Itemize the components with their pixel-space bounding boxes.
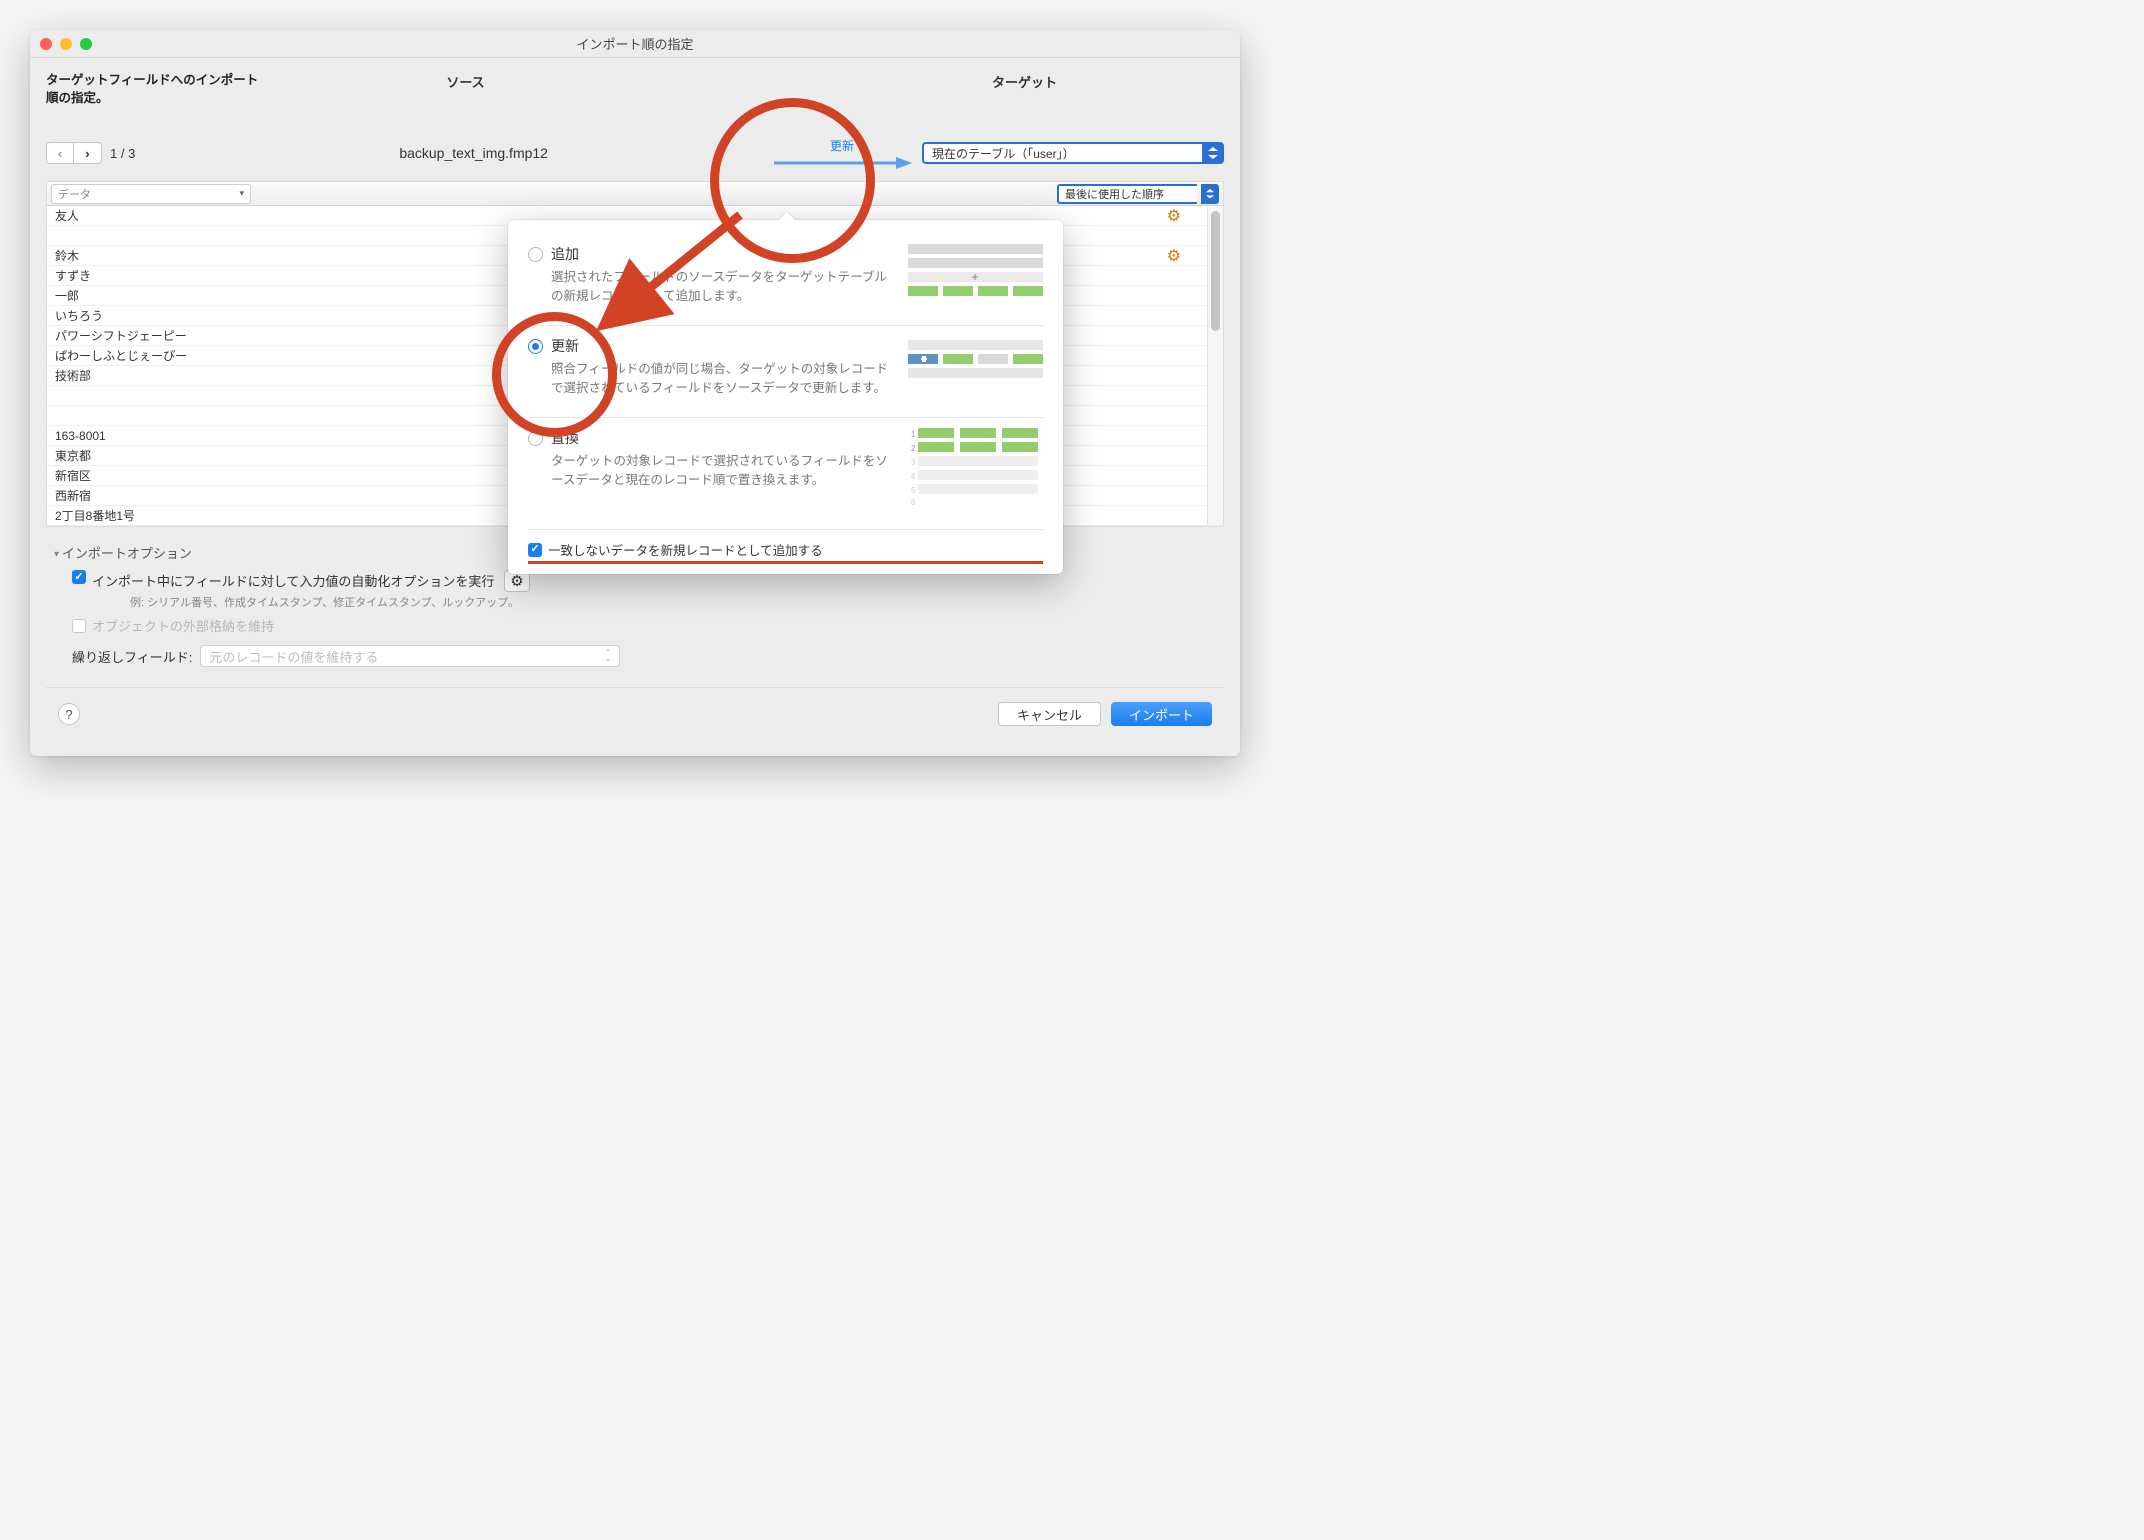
source-file-name: backup_text_img.fmp12 bbox=[185, 145, 762, 161]
zoom-icon[interactable] bbox=[80, 38, 92, 50]
row-source-value: 新宿区 bbox=[55, 467, 395, 484]
mode-update-title: 更新 bbox=[551, 336, 579, 356]
mode-replace-option[interactable]: 置換 ターゲットの対象レコードで選択されているフィールドをソースデータと現在のレ… bbox=[528, 418, 1043, 523]
mode-add-option[interactable]: 追加 選択されたフィールドのソースデータをターゲットテーブルの新規レコードとして… bbox=[528, 234, 1043, 325]
auto-enter-sublabel: 例: シリアル番号、作成タイムスタンプ、修正タイムスタンプ、ルックアップ。 bbox=[130, 594, 530, 610]
import-mode-label: 更新 bbox=[830, 137, 854, 154]
titlebar: インポート順の指定 bbox=[30, 30, 1240, 58]
mode-replace-title: 置換 bbox=[551, 428, 579, 448]
row-source-value: 技術部 bbox=[55, 367, 395, 384]
repeating-field-value: 元のレコードの値を維持する bbox=[209, 647, 378, 666]
svg-text:4: 4 bbox=[911, 472, 916, 481]
radio-icon bbox=[528, 339, 543, 354]
mode-replace-desc: ターゲットの対象レコードで選択されているフィールドをソースデータと現在のレコード… bbox=[551, 452, 894, 490]
arrange-order-label: 最後に使用した順序 bbox=[1065, 186, 1164, 202]
svg-text:6: 6 bbox=[911, 498, 916, 506]
svg-text:5: 5 bbox=[911, 486, 916, 495]
external-storage-label: オブジェクトの外部格納を維持 bbox=[92, 616, 274, 635]
row-source-value: 友人 bbox=[55, 207, 395, 224]
row-source-value: すずき bbox=[55, 267, 395, 284]
header-text: ターゲットフィールドへのインポート順の指定。 bbox=[46, 72, 266, 107]
mode-update-thumbnail bbox=[908, 336, 1043, 403]
row-source-value: 163-8001 bbox=[55, 429, 395, 443]
radio-icon bbox=[528, 247, 543, 262]
svg-text:1: 1 bbox=[911, 430, 916, 439]
svg-text:3: 3 bbox=[911, 458, 916, 467]
mode-add-desc: 選択されたフィールドのソースデータをターゲットテーブルの新規レコードとして追加し… bbox=[551, 268, 894, 306]
target-column-label: ターゲット bbox=[825, 72, 1224, 91]
add-unmatched-checkbox-row[interactable]: 一致しないデータを新規レコードとして追加する bbox=[528, 529, 1043, 564]
row-source-value: いちろう bbox=[55, 307, 395, 324]
row-source-value: 東京都 bbox=[55, 447, 395, 464]
row-source-value: 西新宿 bbox=[55, 487, 395, 504]
dropdown-icon bbox=[1201, 184, 1219, 204]
add-unmatched-checkbox[interactable] bbox=[528, 543, 542, 557]
minimize-icon[interactable] bbox=[60, 38, 72, 50]
next-record-button[interactable]: › bbox=[74, 142, 102, 164]
mode-add-thumbnail: + bbox=[908, 244, 1043, 311]
repeating-field-label: 繰り返しフィールド: bbox=[72, 647, 192, 666]
row-source-value: 一郎 bbox=[55, 287, 395, 304]
mode-replace-thumbnail: 1 2 3 4 5 6 bbox=[908, 428, 1043, 509]
import-button[interactable]: インポート bbox=[1111, 702, 1212, 726]
svg-text:+: + bbox=[971, 270, 978, 284]
prev-record-button[interactable]: ‹ bbox=[46, 142, 74, 164]
source-column-label: ソース bbox=[266, 72, 665, 91]
row-source-value: 鈴木 bbox=[55, 247, 395, 264]
source-data-label: データ bbox=[58, 186, 91, 202]
row-source-value: 2丁目8番地1号 bbox=[55, 507, 395, 524]
window-title: インポート順の指定 bbox=[30, 34, 1240, 53]
mode-update-desc: 照合フィールドの値が同じ場合、ターゲットの対象レコードで選択されているフィールド… bbox=[551, 360, 894, 398]
vertical-scrollbar[interactable] bbox=[1207, 207, 1223, 525]
external-storage-checkbox bbox=[72, 619, 86, 633]
target-table-select[interactable]: 現在のテーブル（「user」） bbox=[922, 142, 1224, 164]
arrange-order-dropdown[interactable]: 最後に使用した順序 bbox=[1057, 184, 1197, 204]
import-mode-button[interactable]: 更新 bbox=[762, 133, 922, 173]
page-indicator: 1 / 3 bbox=[110, 146, 135, 161]
gear-icon[interactable]: ⚙ bbox=[1167, 206, 1181, 226]
radio-icon bbox=[528, 431, 543, 446]
close-icon[interactable] bbox=[40, 38, 52, 50]
arrow-icon bbox=[772, 156, 912, 170]
gear-icon[interactable]: ⚙ bbox=[1167, 246, 1181, 266]
traffic-lights bbox=[40, 38, 92, 50]
svg-text:2: 2 bbox=[911, 444, 916, 453]
row-source-value: ぱわーしふとじぇーぴー bbox=[55, 347, 395, 364]
repeating-field-select[interactable]: 元のレコードの値を維持する bbox=[200, 645, 620, 667]
source-data-dropdown[interactable]: データ bbox=[51, 184, 251, 204]
auto-enter-label: インポート中にフィールドに対して入力値の自動化オプションを実行 bbox=[92, 574, 494, 589]
scroll-thumb[interactable] bbox=[1211, 211, 1220, 331]
import-mode-popover: 追加 選択されたフィールドのソースデータをターゲットテーブルの新規レコードとして… bbox=[508, 220, 1063, 574]
cancel-button[interactable]: キャンセル bbox=[998, 702, 1101, 726]
mode-update-option[interactable]: 更新 照合フィールドの値が同じ場合、ターゲットの対象レコードで選択されているフィ… bbox=[528, 326, 1043, 417]
target-table-value: 現在のテーブル（「user」） bbox=[922, 142, 1202, 164]
mode-add-title: 追加 bbox=[551, 244, 579, 264]
auto-enter-checkbox[interactable] bbox=[72, 570, 86, 584]
dialog-window: インポート順の指定 ターゲットフィールドへのインポート順の指定。 ソース ターゲ… bbox=[30, 30, 1240, 756]
help-button[interactable]: ? bbox=[58, 703, 80, 725]
gear-icon: ⚙ bbox=[510, 572, 523, 590]
row-source-value: パワーシフトジェーピー bbox=[55, 327, 395, 344]
dropdown-icon bbox=[1202, 142, 1224, 164]
add-unmatched-label: 一致しないデータを新規レコードとして追加する bbox=[548, 540, 823, 559]
